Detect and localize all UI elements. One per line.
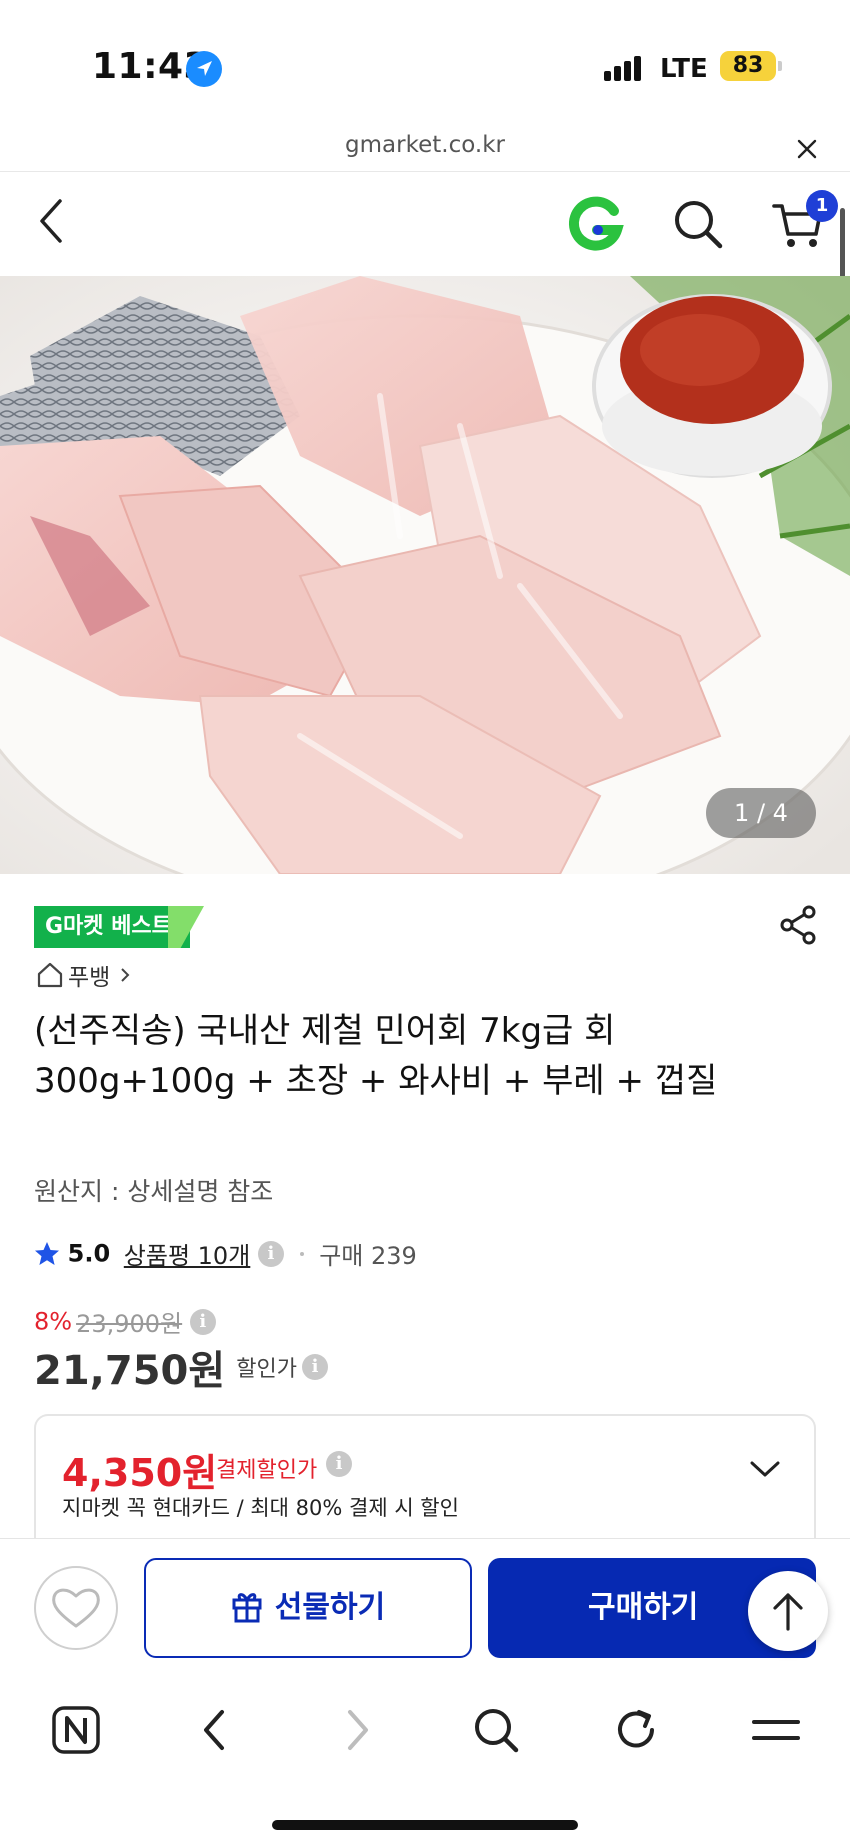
battery-icon: 83 (720, 51, 776, 81)
price-row: 21,750원 할인가 i (34, 1338, 329, 1396)
original-price: 23,900원 (76, 1310, 183, 1338)
card-discount-description: 지마켓 꼭 현대카드 / 최대 80% 결제 시 할인 (62, 1496, 459, 1520)
store-home-icon (37, 962, 63, 988)
image-counter: 1 / 4 (706, 788, 816, 838)
url-text: gmarket.co.kr (345, 132, 505, 158)
reload-icon[interactable] (606, 1700, 666, 1760)
separator-dot (299, 1251, 304, 1256)
heart-icon (52, 1588, 100, 1628)
cart-count-badge: 1 (806, 190, 838, 222)
arrow-up-icon (773, 1593, 803, 1631)
best-badge: G마켓 베스트 (34, 906, 190, 948)
card-discount-label: 결제할인가 (216, 1458, 318, 1483)
wishlist-button[interactable] (34, 1566, 118, 1650)
naver-home-icon[interactable] (46, 1700, 106, 1760)
sale-label: 할인가 (236, 1357, 297, 1382)
scroll-to-top-button[interactable] (748, 1571, 828, 1651)
search-icon[interactable] (670, 196, 726, 256)
brand-link[interactable]: 푸뱅 (36, 958, 132, 994)
close-tab-icon[interactable] (792, 134, 822, 168)
card-discount-panel[interactable]: 4,350원 결제할인가 i 지마켓 꼭 현대카드 / 최대 80% 결제 시 … (34, 1414, 816, 1544)
sale-price: 21,750원 (34, 1348, 226, 1394)
star-icon (35, 1241, 59, 1265)
gift-icon (232, 1592, 262, 1622)
info-icon[interactable]: i (326, 1451, 352, 1477)
product-title: (선주직송) 국내산 제철 민어회 7kg급 회 300g+100g + 초장 … (34, 1011, 718, 1101)
chevron-right-icon (120, 968, 130, 982)
purchase-count: 구매 239 (319, 1242, 417, 1270)
product-image[interactable] (0, 276, 850, 874)
info-icon[interactable]: i (302, 1354, 329, 1380)
home-indicator (272, 1820, 578, 1830)
purchase-action-bar: 선물하기 구매하기 (0, 1538, 850, 1674)
share-icon[interactable] (778, 904, 820, 950)
back-icon[interactable] (32, 196, 72, 250)
network-type: LTE (660, 54, 708, 84)
gift-label: 선물하기 (274, 1590, 386, 1625)
info-icon[interactable]: i (189, 1308, 216, 1335)
status-bar: 11:43 LTE 83 (0, 0, 850, 120)
rating-row: 5.0 상품평 10개 i 구매 239 (34, 1236, 417, 1272)
browser-search-icon[interactable] (466, 1700, 526, 1760)
chevron-down-icon[interactable] (748, 1458, 782, 1484)
browser-forward-icon[interactable] (326, 1700, 386, 1760)
review-count-link[interactable]: 상품평 10개 (124, 1242, 251, 1270)
info-icon[interactable]: i (257, 1240, 284, 1267)
browser-back-icon[interactable] (186, 1700, 246, 1760)
scrollbar[interactable] (840, 208, 845, 282)
product-origin: 원산지 : 상세설명 참조 (34, 1177, 274, 1206)
discount-rate: 8% (34, 1307, 73, 1336)
rating-score: 5.0 (67, 1239, 111, 1268)
location-arrow-icon (186, 51, 222, 87)
browser-url-bar[interactable]: gmarket.co.kr (0, 120, 850, 172)
discount-row: 8% 23,900원 i (34, 1304, 216, 1339)
cellular-signal-icon (604, 56, 644, 81)
app-header: 1 (0, 172, 850, 282)
brand-name: 푸뱅 (68, 965, 111, 991)
gmarket-logo-icon[interactable] (568, 194, 624, 258)
gift-button[interactable]: 선물하기 (144, 1558, 472, 1658)
battery-tip (778, 61, 782, 71)
menu-icon[interactable] (746, 1700, 806, 1760)
card-discount-price: 4,350원 (62, 1451, 218, 1495)
